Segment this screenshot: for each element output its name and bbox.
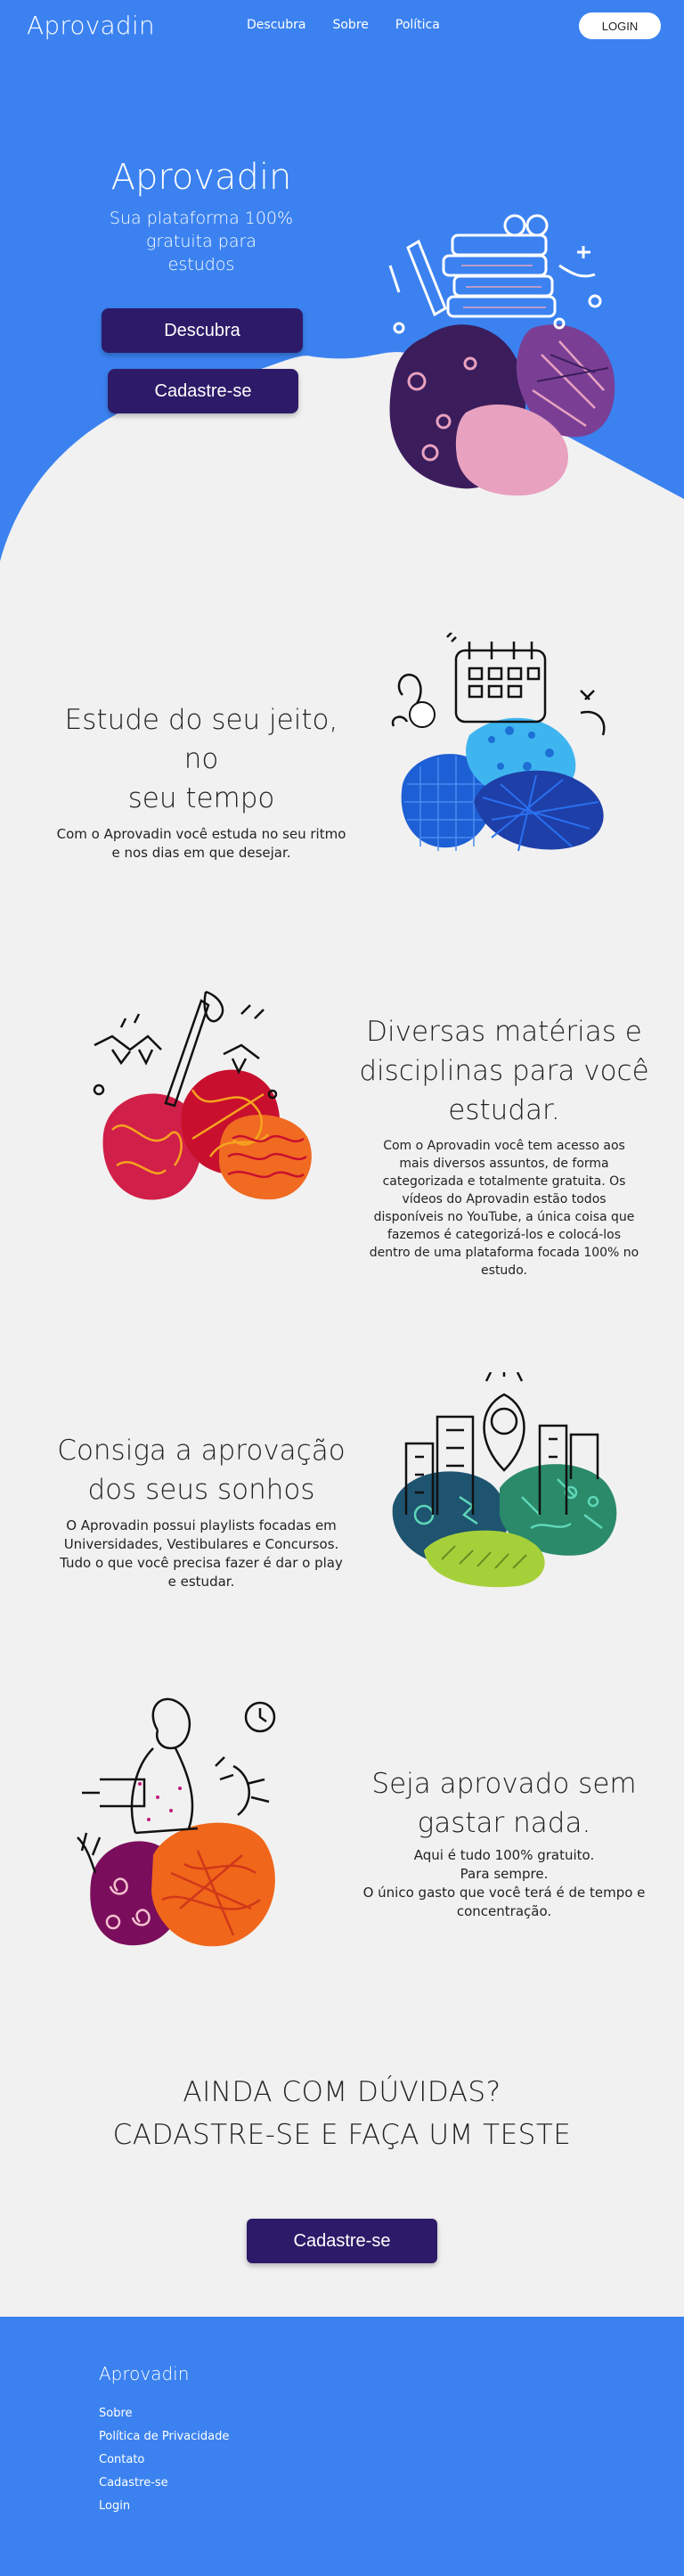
text-line: vídeos do Aprovadin estão todos bbox=[402, 1192, 607, 1206]
text-line: categorizada e totalmente gratuita. Os bbox=[382, 1174, 626, 1189]
nav-link-sobre[interactable]: Sobre bbox=[332, 18, 368, 32]
feature-3-text: Consiga a aprovação dos seus sonhos O Ap… bbox=[45, 1431, 358, 1591]
books-illustration bbox=[388, 214, 615, 496]
brand-logo[interactable]: Aprovadin bbox=[27, 11, 155, 40]
feature-2-description: Com o Aprovadin você tem acesso aos mais… bbox=[356, 1137, 652, 1280]
footer-link-login[interactable]: Login bbox=[99, 2498, 229, 2515]
descubra-button[interactable]: Descubra bbox=[102, 308, 303, 353]
hero-signup-button[interactable]: Cadastre-se bbox=[108, 369, 298, 413]
hero-title: Aprovadin bbox=[110, 157, 292, 198]
feature-2-title: Diversas matérias e disciplinas para voc… bbox=[356, 1012, 652, 1130]
cta-heading-line-2: CADASTRE-SE E FAÇA UM TESTE bbox=[112, 2119, 572, 2151]
footer-links: Sobre Política de Privacidade Contato Ca… bbox=[99, 2406, 229, 2515]
text-line: concentração. bbox=[456, 1903, 552, 1919]
text-line: O único gasto que você terá é de tempo e bbox=[362, 1885, 646, 1901]
cta-signup-button[interactable]: Cadastre-se bbox=[247, 2219, 437, 2263]
city-location-illustration bbox=[392, 1372, 617, 1588]
nav-link-descubra[interactable]: Descubra bbox=[247, 18, 305, 32]
hero-text: Aprovadin Sua plataforma 100% gratuita p… bbox=[86, 157, 317, 276]
top-nav: Aprovadin Descubra Sobre Política LOGIN bbox=[0, 0, 684, 53]
text-line: Aqui é tudo 100% gratuito. bbox=[413, 1847, 595, 1863]
hero-subtitle-line: Sua plataforma 100% bbox=[109, 209, 294, 228]
cta-section: AINDA COM DÚVIDAS? CADASTRE-SE E FAÇA UM… bbox=[0, 2058, 684, 2317]
feature-section-3: Consiga a aprovação dos seus sonhos O Ap… bbox=[0, 1335, 684, 1695]
text-line: e estudar. bbox=[167, 1574, 235, 1590]
feature-section-1: Estude do seu jeito, no seu tempo Com o … bbox=[0, 615, 684, 978]
footer-link-sobre[interactable]: Sobre bbox=[99, 2406, 229, 2422]
text-line: estudo. bbox=[481, 1263, 527, 1278]
text-line: Tudo o que você precisa fazer é dar o pl… bbox=[60, 1555, 343, 1571]
nav-links: Descubra Sobre Política bbox=[247, 18, 440, 32]
feature-3-description: O Aprovadin possui playlists focadas em … bbox=[45, 1517, 358, 1591]
text-line: Universidades, Vestibulares e Concursos. bbox=[63, 1536, 339, 1552]
title-line: Seja aprovado sem bbox=[371, 1768, 637, 1800]
footer-brand: Aprovadin bbox=[99, 2363, 190, 2384]
title-line: dos seus sonhos bbox=[87, 1474, 315, 1506]
login-button[interactable]: LOGIN bbox=[579, 12, 661, 39]
title-line: seu tempo bbox=[127, 782, 275, 814]
feature-3-title: Consiga a aprovação dos seus sonhos bbox=[45, 1431, 358, 1509]
text-line: mais diversos assuntos, de forma bbox=[399, 1157, 609, 1171]
study-person-illustration bbox=[77, 1697, 276, 1947]
text-line: dentro de uma plataforma focada 100% no bbox=[369, 1246, 639, 1260]
footer-link-privacy[interactable]: Política de Privacidade bbox=[99, 2429, 229, 2445]
calendar-illustration bbox=[391, 633, 606, 852]
feature-4-text: Seja aprovado sem gastar nada. Aqui é tu… bbox=[356, 1764, 652, 1921]
text-line: Para sempre. bbox=[460, 1866, 549, 1882]
text-line: Com o Aprovadin você tem acesso aos bbox=[383, 1139, 625, 1153]
title-line: Diversas matérias e bbox=[366, 1016, 642, 1048]
title-line: gastar nada. bbox=[417, 1807, 591, 1839]
title-line: Estude do seu jeito, no bbox=[64, 704, 338, 775]
hero-subtitle-line: estudos bbox=[167, 255, 235, 274]
feature-section-4: Seja aprovado sem gastar nada. Aqui é tu… bbox=[0, 1695, 684, 2058]
hero-section: Aprovadin Descubra Sobre Política LOGIN … bbox=[0, 0, 684, 615]
title-line: disciplinas para você bbox=[359, 1055, 649, 1087]
title-line: estudar. bbox=[448, 1094, 560, 1126]
hero-subtitle: Sua plataforma 100% gratuita para estudo… bbox=[86, 207, 317, 276]
text-line: disponíveis no YouTube, a única coisa qu… bbox=[373, 1210, 635, 1224]
footer: Aprovadin Sobre Política de Privacidade … bbox=[0, 2317, 684, 2576]
text-line: e nos dias em que desejar. bbox=[111, 845, 291, 861]
feature-2-text: Diversas matérias e disciplinas para voc… bbox=[356, 1012, 652, 1280]
feature-1-title: Estude do seu jeito, no seu tempo bbox=[45, 700, 358, 818]
hero-subtitle-line: gratuita para bbox=[146, 232, 256, 251]
cta-heading-line-1: AINDA COM DÚVIDAS? bbox=[183, 2076, 501, 2108]
text-line: O Aprovadin possui playlists focadas em bbox=[66, 1517, 337, 1533]
feature-1-description: Com o Aprovadin você estuda no seu ritmo… bbox=[45, 825, 358, 863]
title-line: Consiga a aprovação bbox=[57, 1435, 346, 1467]
text-line: Com o Aprovadin você estuda no seu ritmo bbox=[56, 826, 346, 842]
nav-link-politica[interactable]: Política bbox=[395, 18, 440, 32]
footer-link-contato[interactable]: Contato bbox=[99, 2452, 229, 2468]
footer-link-cadastre[interactable]: Cadastre-se bbox=[99, 2475, 229, 2491]
celebration-illustration bbox=[93, 990, 312, 1200]
feature-4-description: Aqui é tudo 100% gratuito. Para sempre. … bbox=[356, 1846, 652, 1921]
feature-section-2: Diversas matérias e disciplinas para voc… bbox=[0, 978, 684, 1335]
text-line: fazemos é categorizá-los e colocá-los bbox=[387, 1228, 621, 1242]
feature-1-text: Estude do seu jeito, no seu tempo Com o … bbox=[45, 700, 358, 863]
feature-4-title: Seja aprovado sem gastar nada. bbox=[356, 1764, 652, 1843]
